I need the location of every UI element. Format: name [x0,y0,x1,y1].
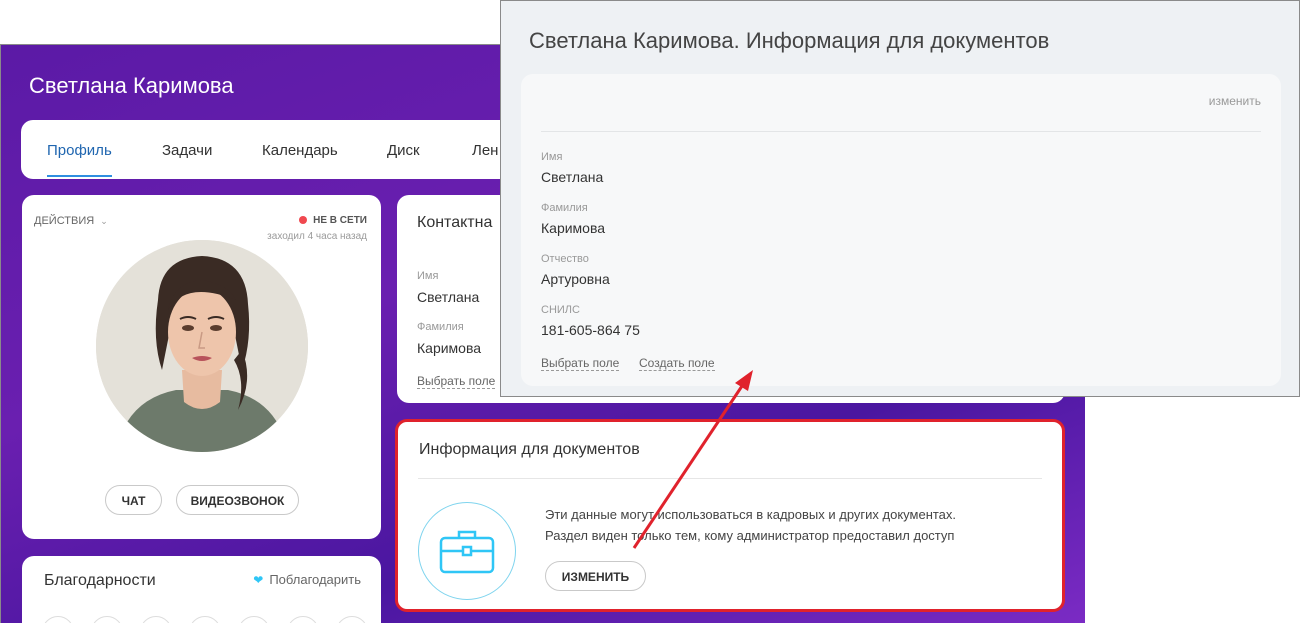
actions-dropdown[interactable]: ДЕЙСТВИЯ ⌄ [34,215,108,227]
change-button[interactable]: ИЗМЕНИТЬ [545,561,646,591]
popup-snils-value: 181-605-864 75 [541,322,640,338]
actions-label: ДЕЙСТВИЯ [34,215,95,227]
profile-card: ДЕЙСТВИЯ ⌄ НЕ В СЕТИ заходил 4 часа наза… [22,195,381,539]
divider [418,478,1042,479]
active-tab-indicator [47,175,112,177]
last-name-label: Фамилия [417,321,464,333]
tab-tasks[interactable]: Задачи [162,142,212,159]
briefcase-icon-graphic [439,530,495,574]
offline-dot-icon [299,216,308,225]
page-title: Светлана Каримова [29,73,234,98]
avatar[interactable] [96,240,308,452]
documents-description-line1: Эти данные могут использоваться в кадров… [545,507,957,522]
heart-icon: ❤ [253,573,264,587]
documents-info-popup: Светлана Каримова. Информация для докуме… [500,0,1300,397]
chevron-down-icon: ⌄ [100,216,108,226]
edit-link[interactable]: изменить [1209,94,1261,108]
popup-card: изменить Имя Светлана Фамилия Каримова О… [521,74,1281,386]
select-field-link[interactable]: Выбрать поле [417,374,496,389]
contacts-title: Контактна [417,214,493,231]
last-name-value: Каримова [417,340,482,356]
divider [541,131,1261,132]
popup-patronymic-label: Отчество [541,253,589,265]
thanks-title: Благодарности [44,572,156,589]
popup-select-field-link[interactable]: Выбрать поле [541,356,620,371]
popup-last-name-label: Фамилия [541,202,588,214]
tab-profile[interactable]: Профиль [47,142,112,159]
first-name-label: Имя [417,270,439,282]
avatar-portrait [96,240,308,452]
popup-snils-label: СНИЛС [541,304,580,316]
chat-button[interactable]: ЧАТ [105,485,162,515]
status-badge: НЕ В СЕТИ [299,215,367,226]
thank-button[interactable]: ❤ Поблагодарить [253,572,361,587]
briefcase-icon [418,502,516,600]
popup-first-name-label: Имя [541,151,563,163]
first-name-value: Светлана [417,289,480,305]
popup-patronymic-value: Артуровна [541,271,610,287]
thanks-card: Благодарности ❤ Поблагодарить [22,556,381,623]
video-call-button[interactable]: ВИДЕОЗВОНОК [176,485,299,515]
tab-feed[interactable]: Лен [472,142,498,159]
thank-label: Поблагодарить [269,572,361,587]
tab-disk[interactable]: Диск [387,142,420,159]
documents-title: Информация для документов [419,441,640,458]
last-seen: заходил 4 часа назад [267,231,367,242]
popup-create-field-link[interactable]: Создать поле [639,356,715,371]
popup-last-name-value: Каримова [541,220,606,236]
popup-first-name-value: Светлана [541,169,604,185]
documents-description-line2: Раздел виден только тем, кому администра… [545,528,955,543]
status-text: НЕ В СЕТИ [313,215,367,226]
documents-card: Информация для документов Эти данные мог… [395,419,1065,612]
tab-calendar[interactable]: Календарь [262,142,338,159]
popup-title: Светлана Каримова. Информация для докуме… [529,28,1050,53]
